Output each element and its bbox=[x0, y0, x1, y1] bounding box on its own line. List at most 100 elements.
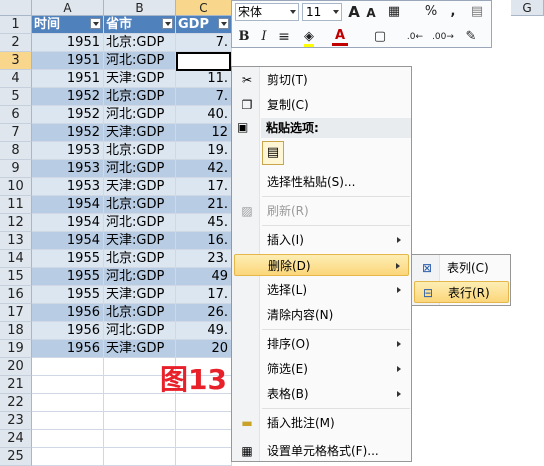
menu-item-paste-special[interactable]: 选择性粘贴(S)... bbox=[234, 171, 409, 193]
filter-dropdown-icon[interactable] bbox=[218, 18, 229, 29]
active-cell[interactable] bbox=[176, 52, 231, 71]
table-cell[interactable]: 1955 bbox=[32, 268, 104, 286]
menu-item-filter[interactable]: 筛选(E) bbox=[234, 358, 409, 380]
row-header[interactable]: 14 bbox=[0, 250, 32, 268]
row-header[interactable]: 3 bbox=[0, 52, 32, 70]
increase-decimal-icon[interactable]: .0← bbox=[404, 27, 426, 47]
table-cell[interactable]: 北京:GDP bbox=[104, 88, 176, 106]
row-header[interactable]: 20 bbox=[0, 358, 32, 376]
column-header-a[interactable]: A bbox=[32, 0, 104, 16]
table-cell[interactable]: 北京:GDP bbox=[104, 142, 176, 160]
empty-cell[interactable] bbox=[32, 358, 104, 376]
table-cell[interactable]: 河北:GDP bbox=[104, 160, 176, 178]
menu-item-insert[interactable]: 插入(I) bbox=[234, 229, 409, 251]
table-cell[interactable]: 1956 bbox=[32, 340, 104, 358]
menu-item-refresh[interactable]: ▨ 刷新(R) bbox=[234, 200, 409, 222]
grow-font-button[interactable]: A bbox=[346, 2, 362, 22]
table-cell[interactable]: 北京:GDP bbox=[104, 196, 176, 214]
fill-color-button[interactable]: ◈ bbox=[298, 27, 320, 47]
table-cell[interactable]: 42. bbox=[176, 160, 232, 178]
row-header[interactable]: 25 bbox=[0, 448, 32, 466]
row-header[interactable]: 24 bbox=[0, 430, 32, 448]
table-cell[interactable]: 1954 bbox=[32, 196, 104, 214]
borders-icon[interactable]: ▢ bbox=[372, 27, 388, 47]
menu-item-table[interactable]: 表格(B) bbox=[234, 383, 409, 405]
row-header[interactable]: 19 bbox=[0, 340, 32, 358]
table-cell[interactable]: 天津:GDP bbox=[104, 178, 176, 196]
table-cell[interactable]: 1953 bbox=[32, 142, 104, 160]
row-header[interactable]: 2 bbox=[0, 34, 32, 52]
table-cell[interactable]: 天津:GDP bbox=[104, 232, 176, 250]
table-cell[interactable]: 1953 bbox=[32, 178, 104, 196]
column-header-c[interactable]: C bbox=[176, 0, 232, 16]
row-header[interactable]: 12 bbox=[0, 214, 32, 232]
select-all-corner[interactable] bbox=[0, 0, 32, 16]
menu-item-insert-comment[interactable]: ▬ 插入批注(M) bbox=[234, 412, 409, 434]
empty-cell[interactable] bbox=[32, 430, 104, 448]
shrink-font-button[interactable]: A bbox=[364, 3, 378, 23]
row-header[interactable]: 9 bbox=[0, 160, 32, 178]
menu-item-delete[interactable]: 删除(D) bbox=[234, 254, 409, 276]
empty-cell[interactable] bbox=[32, 448, 104, 466]
bold-button[interactable]: B bbox=[237, 27, 251, 47]
row-header[interactable]: 6 bbox=[0, 106, 32, 124]
table-header-cell[interactable]: GDP bbox=[176, 16, 232, 34]
row-header[interactable]: 7 bbox=[0, 124, 32, 142]
filter-dropdown-icon[interactable] bbox=[162, 18, 173, 29]
table-cell[interactable]: 17. bbox=[176, 286, 232, 304]
filter-dropdown-icon[interactable] bbox=[90, 18, 101, 29]
column-header-g[interactable]: G bbox=[511, 0, 544, 16]
column-header-b[interactable]: B bbox=[104, 0, 176, 16]
table-cell[interactable]: 北京:GDP bbox=[104, 250, 176, 268]
row-header[interactable]: 4 bbox=[0, 70, 32, 88]
row-header[interactable]: 8 bbox=[0, 142, 32, 160]
table-cell[interactable]: 1952 bbox=[32, 106, 104, 124]
submenu-item-table-rows[interactable]: ⊟ 表行(R) bbox=[414, 281, 509, 303]
menu-item-sort[interactable]: 排序(O) bbox=[234, 333, 409, 355]
menu-item-clear-contents[interactable]: 清除内容(N) bbox=[234, 304, 409, 326]
table-cell[interactable]: 1954 bbox=[32, 232, 104, 250]
table-cell[interactable]: 1956 bbox=[32, 322, 104, 340]
percent-button[interactable]: % bbox=[424, 2, 438, 22]
table-cell[interactable]: 北京:GDP bbox=[104, 304, 176, 322]
row-header[interactable]: 10 bbox=[0, 178, 32, 196]
table-cell[interactable]: 1951 bbox=[32, 70, 104, 88]
table-cell[interactable]: 河北:GDP bbox=[104, 268, 176, 286]
empty-cell[interactable] bbox=[32, 394, 104, 412]
table-header-cell[interactable]: 省市 bbox=[104, 16, 176, 34]
table-cell[interactable]: 1952 bbox=[32, 124, 104, 142]
table-cell[interactable]: 40. bbox=[176, 106, 232, 124]
table-cell[interactable]: 天津:GDP bbox=[104, 340, 176, 358]
table-cell[interactable]: 1955 bbox=[32, 250, 104, 268]
font-name-box[interactable]: 宋体 bbox=[235, 3, 299, 21]
table-cell[interactable]: 12 bbox=[176, 124, 232, 142]
table-cell[interactable]: 1954 bbox=[32, 214, 104, 232]
table-cell[interactable]: 北京:GDP bbox=[104, 34, 176, 52]
table-cell[interactable]: 河北:GDP bbox=[104, 106, 176, 124]
format-painter-icon[interactable]: ▤ bbox=[468, 2, 486, 22]
empty-cell[interactable] bbox=[104, 412, 176, 430]
menu-item-cut[interactable]: ✂ 剪切(T) bbox=[234, 69, 409, 91]
empty-cell[interactable] bbox=[104, 448, 176, 466]
row-header[interactable]: 1 bbox=[0, 16, 32, 34]
table-cell[interactable]: 19. bbox=[176, 142, 232, 160]
table-cell[interactable]: 7. bbox=[176, 88, 232, 106]
table-cell[interactable]: 49 bbox=[176, 268, 232, 286]
menu-item-format-cells[interactable]: ▦ 设置单元格格式(F)... bbox=[234, 440, 409, 462]
menu-item-copy[interactable]: ❐ 复制(C) bbox=[234, 94, 409, 116]
font-color-button[interactable]: A bbox=[332, 27, 348, 46]
table-cell[interactable]: 河北:GDP bbox=[104, 214, 176, 232]
row-header[interactable]: 11 bbox=[0, 196, 32, 214]
paste-button[interactable]: ▤ bbox=[262, 141, 284, 165]
table-cell[interactable]: 1951 bbox=[32, 34, 104, 52]
font-size-box[interactable]: 11 bbox=[302, 3, 342, 21]
table-cell[interactable]: 49. bbox=[176, 322, 232, 340]
table-cell[interactable]: 21. bbox=[176, 196, 232, 214]
table-cell[interactable]: 16. bbox=[176, 232, 232, 250]
row-header[interactable]: 15 bbox=[0, 268, 32, 286]
empty-cell[interactable] bbox=[32, 376, 104, 394]
table-cell[interactable]: 1953 bbox=[32, 160, 104, 178]
table-cell[interactable]: 45. bbox=[176, 214, 232, 232]
table-cell[interactable]: 26. bbox=[176, 304, 232, 322]
table-cell[interactable]: 天津:GDP bbox=[104, 124, 176, 142]
